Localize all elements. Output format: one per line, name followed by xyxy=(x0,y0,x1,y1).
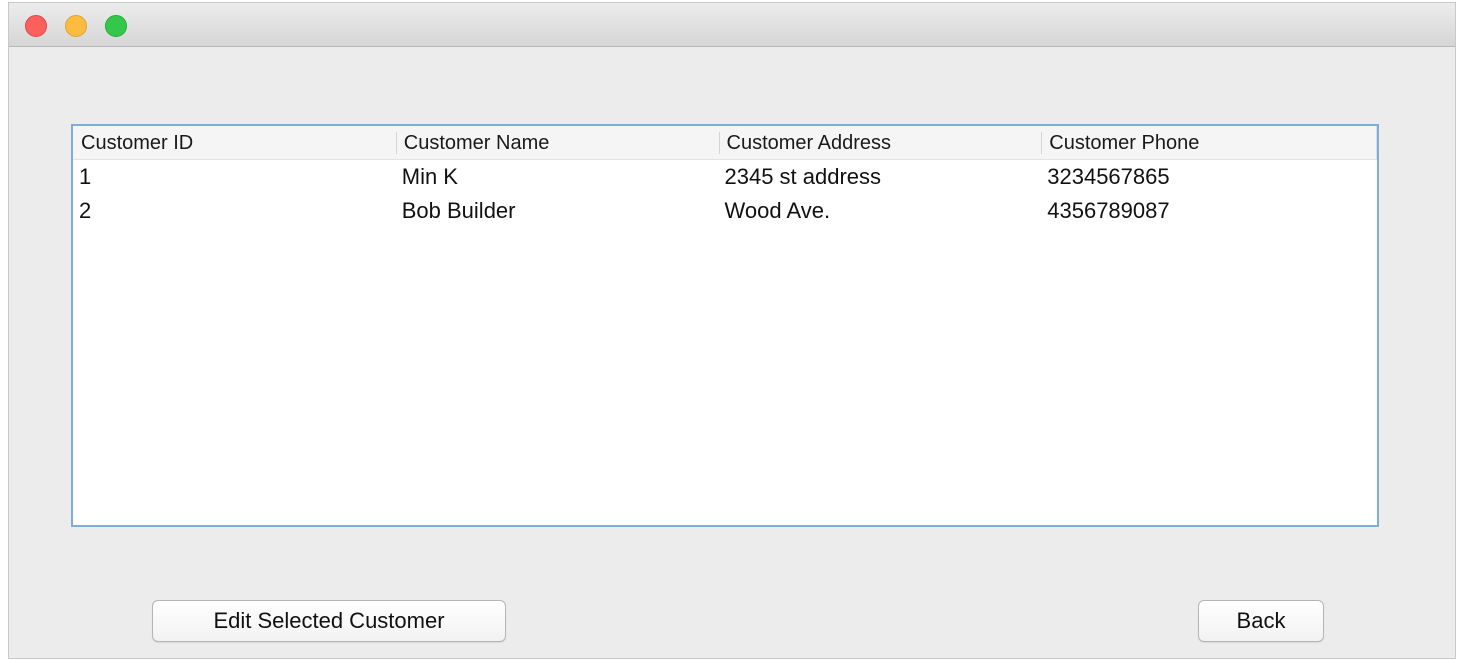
column-header-customer-address[interactable]: Customer Address xyxy=(718,126,1042,159)
edit-selected-customer-button[interactable]: Edit Selected Customer xyxy=(152,600,506,642)
cell-customer-name[interactable]: Min K xyxy=(396,160,719,194)
column-header-customer-id[interactable]: Customer ID xyxy=(73,126,396,159)
close-window-button[interactable] xyxy=(25,15,47,37)
customer-table[interactable]: Customer ID Customer Name Customer Addre… xyxy=(71,124,1379,527)
cell-customer-phone[interactable]: 3234567865 xyxy=(1041,160,1377,194)
title-bar[interactable] xyxy=(9,3,1455,47)
app-window: Customer ID Customer Name Customer Addre… xyxy=(8,2,1456,659)
cell-customer-phone[interactable]: 4356789087 xyxy=(1041,194,1377,228)
cell-customer-address[interactable]: Wood Ave. xyxy=(719,194,1042,228)
table-row[interactable]: 1 Min K 2345 st address 3234567865 xyxy=(73,160,1377,194)
table-row[interactable]: 2 Bob Builder Wood Ave. 4356789087 xyxy=(73,194,1377,228)
table-header: Customer ID Customer Name Customer Addre… xyxy=(73,126,1377,160)
cell-customer-name[interactable]: Bob Builder xyxy=(396,194,719,228)
zoom-window-button[interactable] xyxy=(105,15,127,37)
cell-customer-address[interactable]: 2345 st address xyxy=(719,160,1042,194)
column-header-customer-name[interactable]: Customer Name xyxy=(395,126,719,159)
column-header-customer-phone[interactable]: Customer Phone xyxy=(1041,126,1377,159)
table-body: 1 Min K 2345 st address 3234567865 2 Bob… xyxy=(73,160,1377,228)
cell-customer-id[interactable]: 2 xyxy=(73,194,396,228)
back-button[interactable]: Back xyxy=(1198,600,1324,642)
cell-customer-id[interactable]: 1 xyxy=(73,160,396,194)
minimize-window-button[interactable] xyxy=(65,15,87,37)
